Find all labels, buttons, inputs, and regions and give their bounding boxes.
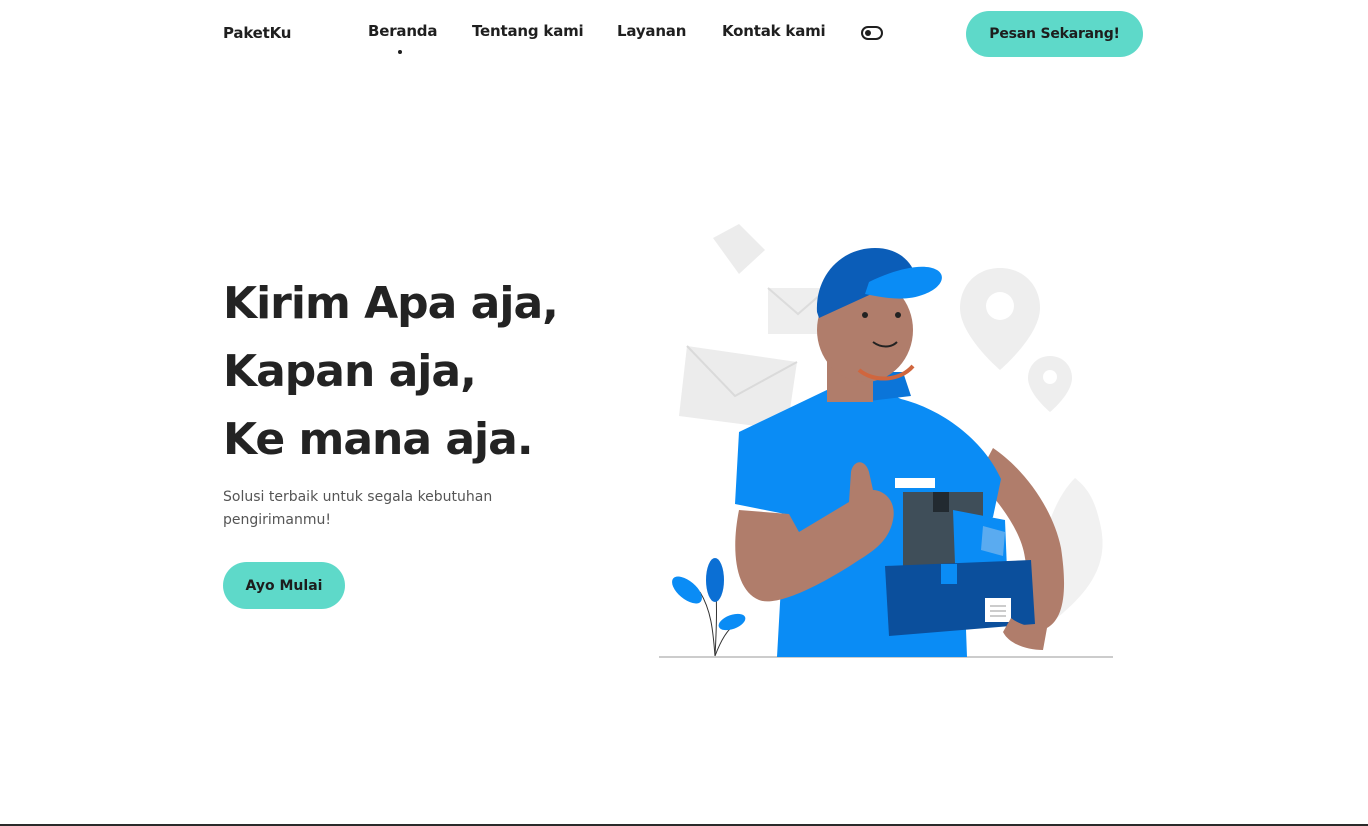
- eye: [862, 312, 868, 318]
- hero-title-line: Ke mana aja.: [223, 414, 534, 465]
- nav-item-tentang-kami[interactable]: Tentang kami: [472, 22, 584, 40]
- delivery-man-illustration: [659, 224, 1113, 658]
- envelope-icon: [713, 224, 765, 274]
- location-pin-icon: [960, 268, 1040, 370]
- location-pin-icon: [1028, 356, 1072, 412]
- pocket-logo: [895, 478, 935, 488]
- hero-title: Kirim Apa aja, Kapan aja, Ke mana aja.: [223, 270, 559, 474]
- order-now-button[interactable]: Pesan Sekarang!: [966, 11, 1143, 57]
- toggle-knob: [865, 30, 871, 36]
- theme-toggle-icon[interactable]: [861, 26, 883, 40]
- brand-logo[interactable]: PaketKu: [223, 24, 291, 42]
- hero-subtitle: Solusi terbaik untuk segala kebutuhan pe…: [223, 489, 493, 528]
- nav-item-layanan[interactable]: Layanan: [617, 22, 686, 40]
- active-indicator-dot: [398, 50, 402, 54]
- hero-title-line: Kirim Apa aja,: [223, 278, 559, 329]
- eye: [895, 312, 901, 318]
- hero-title-line: Kapan aja,: [223, 346, 477, 397]
- plant-icon: [672, 558, 746, 657]
- get-started-button[interactable]: Ayo Mulai: [223, 562, 345, 609]
- nav-item-beranda[interactable]: Beranda: [368, 22, 437, 40]
- nav-item-kontak-kami[interactable]: Kontak kami: [722, 22, 826, 40]
